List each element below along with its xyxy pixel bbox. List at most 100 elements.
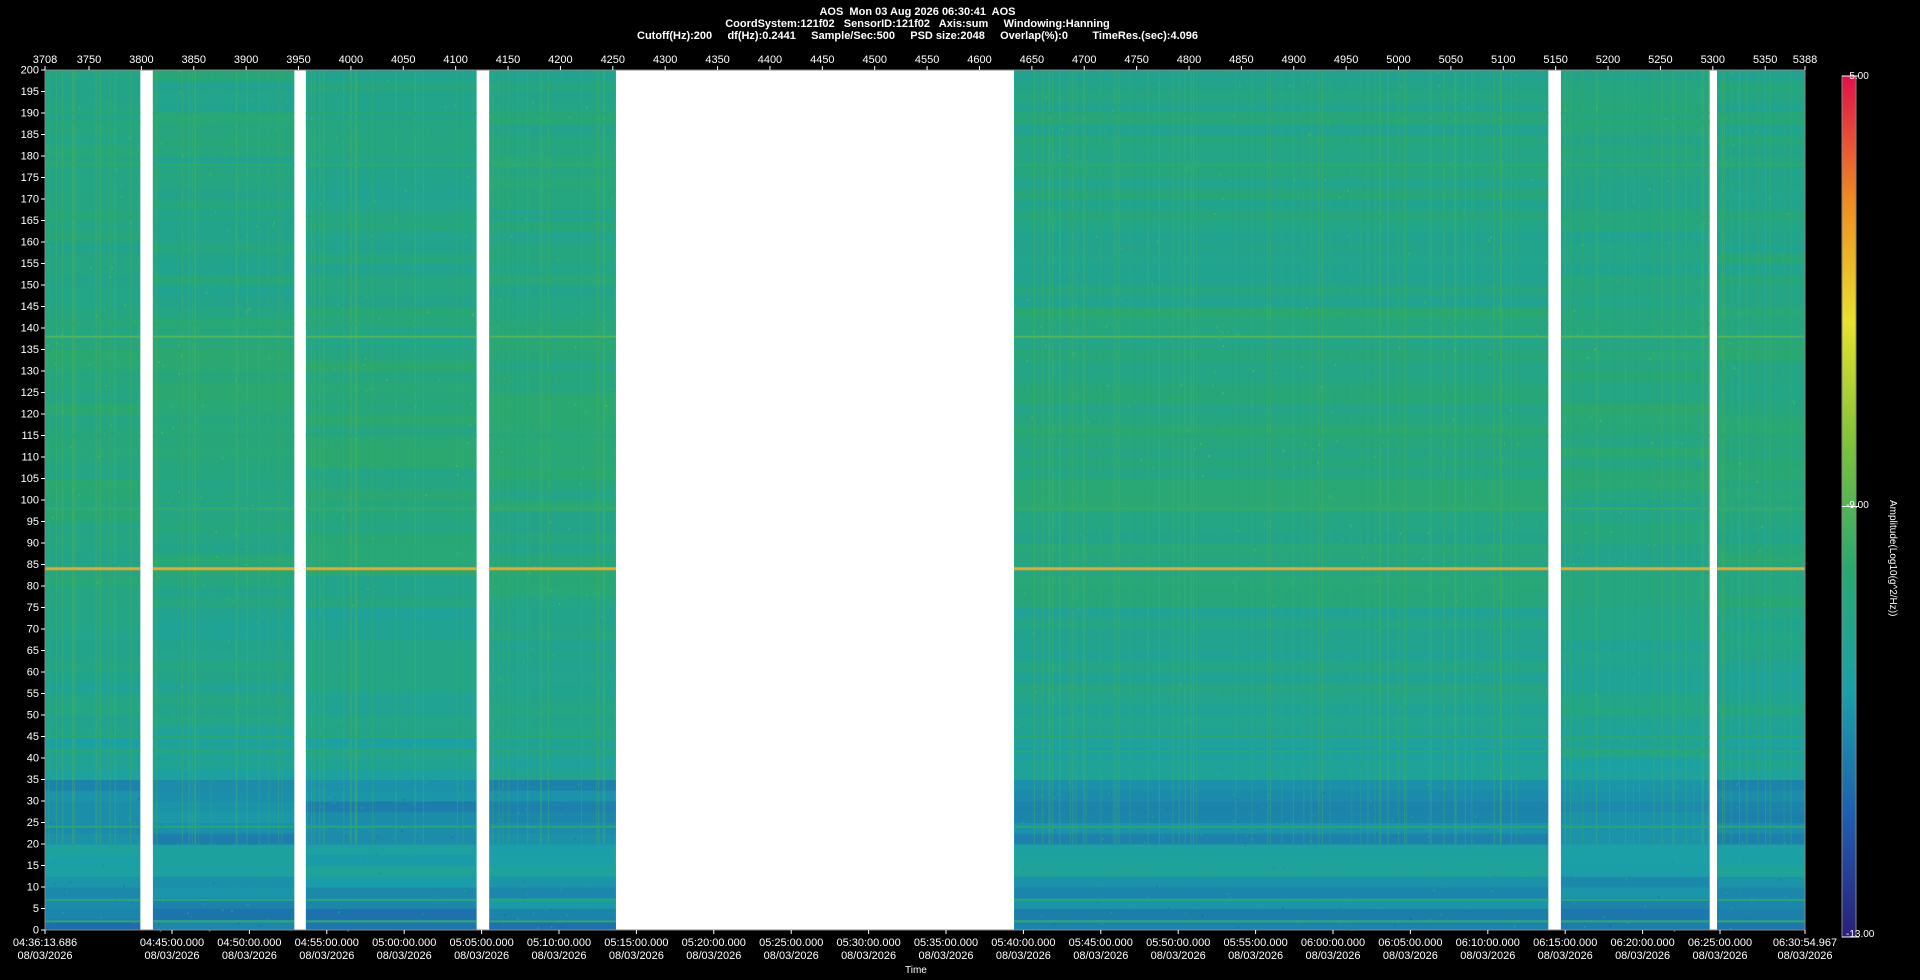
speckle <box>327 680 330 683</box>
frequency-band <box>305 231 477 243</box>
speckle <box>1102 837 1104 840</box>
speckle <box>1280 900 1283 903</box>
speckle <box>272 224 274 227</box>
speckle <box>1306 678 1308 681</box>
speckle <box>1272 866 1275 869</box>
speckle <box>1519 876 1522 879</box>
speckle <box>1427 835 1430 838</box>
speckle <box>1032 331 1034 334</box>
speckle <box>437 143 439 146</box>
speckle <box>166 806 169 809</box>
speckle <box>390 573 393 576</box>
speckle <box>91 327 93 330</box>
top-tick-label: 5050 <box>1439 54 1463 66</box>
speckle <box>467 710 469 713</box>
speckle <box>441 305 444 308</box>
speckle <box>600 686 603 689</box>
speckle <box>1066 354 1069 357</box>
frequency-band <box>1014 166 1549 178</box>
frequency-band <box>1560 424 1710 436</box>
speckle <box>1794 763 1796 766</box>
speckle <box>1545 262 1548 265</box>
speckle <box>1233 114 1236 117</box>
speckle <box>1765 443 1768 446</box>
speckle <box>251 438 253 441</box>
speckle <box>1675 441 1677 444</box>
speckle <box>1540 153 1542 156</box>
speckle <box>1345 700 1347 703</box>
frequency-band <box>1717 543 1805 555</box>
speckle <box>571 877 573 880</box>
time-tick-label: 05:45:00.000 <box>1069 937 1133 949</box>
speckle <box>1216 691 1219 694</box>
speckle <box>1170 887 1172 890</box>
frequency-band <box>152 758 295 770</box>
speckle <box>1146 273 1148 276</box>
speckle <box>1026 360 1029 363</box>
speckle <box>1230 385 1232 388</box>
speckle <box>1227 892 1230 895</box>
speckle <box>557 255 560 258</box>
frequency-band <box>1560 865 1710 877</box>
frequency-band <box>1560 435 1710 447</box>
speckle <box>550 917 553 920</box>
speckle <box>1232 516 1235 519</box>
frequency-band <box>1717 510 1805 522</box>
speckle <box>1492 875 1495 878</box>
top-tick-label: 4850 <box>1229 54 1253 66</box>
speckle <box>609 680 611 683</box>
speckle <box>452 225 455 228</box>
speckle <box>185 115 187 118</box>
top-axis: 3708 3750 3800 3850 3900 3950 4000 4050 4100 4150… <box>33 54 1817 70</box>
speckle <box>1173 152 1175 155</box>
speckle <box>1590 737 1593 740</box>
frequency-band <box>1560 231 1710 243</box>
speckle <box>66 171 69 174</box>
speckle <box>52 860 55 863</box>
speckle <box>1725 891 1727 894</box>
speckle <box>1343 280 1345 283</box>
frequency-band <box>152 371 295 383</box>
speckle <box>1780 515 1782 518</box>
speckle <box>361 293 363 296</box>
speckle <box>1227 330 1230 333</box>
speckle <box>1188 72 1190 75</box>
speckle <box>523 873 526 876</box>
speckle <box>496 325 499 328</box>
frequency-band <box>305 908 477 920</box>
data-segment <box>489 70 616 931</box>
speckle <box>1471 871 1473 874</box>
speckle <box>1438 138 1440 141</box>
speckle <box>1698 554 1700 557</box>
frequency-band <box>305 865 477 877</box>
speckle <box>247 307 250 310</box>
speckle <box>549 521 552 524</box>
speckle <box>166 770 169 773</box>
speckle <box>1040 526 1042 529</box>
frequency-band <box>1014 242 1549 254</box>
frequency-band <box>45 403 141 415</box>
speckle <box>433 358 435 361</box>
speckle <box>1080 533 1082 536</box>
speckle <box>1243 755 1245 758</box>
speckle <box>137 244 140 247</box>
frequency-band <box>45 91 141 103</box>
y-tick-label: 80 <box>27 581 39 593</box>
speckle <box>1143 398 1145 401</box>
speckle <box>513 236 516 239</box>
frequency-band <box>1717 865 1805 877</box>
speckle <box>1426 427 1428 430</box>
speckle <box>223 283 226 286</box>
speckle <box>499 818 502 821</box>
speckle <box>1774 806 1776 809</box>
frequency-band <box>1560 220 1710 232</box>
speckle <box>1194 789 1196 792</box>
speckle <box>610 388 612 391</box>
speckle <box>1328 870 1330 873</box>
speckle <box>184 773 186 776</box>
speckle <box>1534 294 1536 297</box>
speckle <box>1472 305 1475 308</box>
speckle <box>1162 836 1164 839</box>
speckle <box>207 848 209 851</box>
speckle <box>1610 530 1613 533</box>
